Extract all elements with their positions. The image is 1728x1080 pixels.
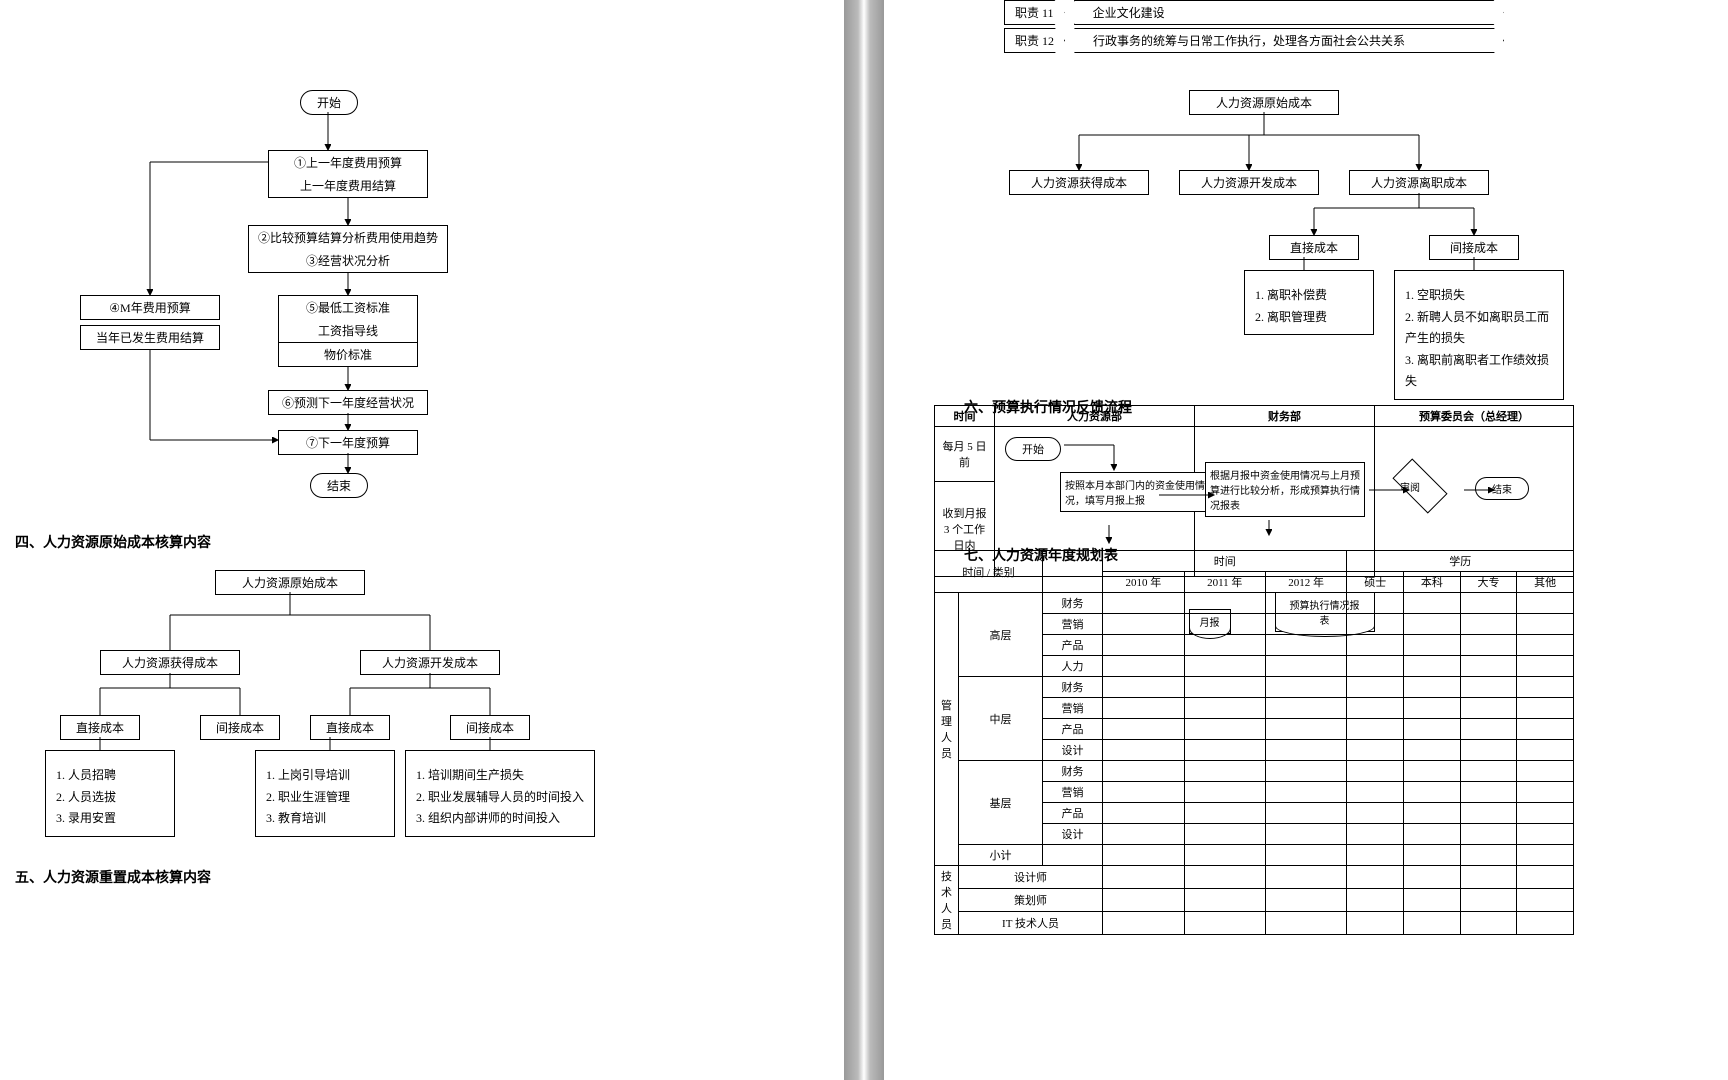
right-page: 职责 11 企业文化建设 职责 12 行政事务的统筹与日常工作执行，处理各方面社… [884,0,1728,1080]
flow-side-a: ④M年费用预算 [80,295,220,320]
flow-b3a: ⑤最低工资标准 [278,295,418,320]
flow-b3c: 物价标准 [278,343,418,367]
heading-5: 五、人力资源重置成本核算内容 [15,867,211,887]
flow-start: 开始 [300,90,358,115]
tree2-root: 人力资源原始成本 [1189,90,1339,115]
page-gutter [844,0,884,1080]
tree2-n3: 人力资源离职成本 [1349,170,1489,195]
left-page: 开始 ①上一年度费用预算 上一年度费用结算 ②比较预算结算分析费用使用趋势 ③经… [0,0,844,1080]
tree1-note3: 1. 培训期间生产损失 2. 职业发展辅导人员的时间投入 3. 组织内部讲师的时… [405,750,595,837]
heading-4: 四、人力资源原始成本核算内容 [15,532,211,552]
tree1-l3: 直接成本 [310,715,390,740]
tree2-note1: 1. 离职补偿费 2. 离职管理费 [1244,270,1374,335]
flow-b5: ⑦下一年度预算 [278,430,418,455]
tree1-n2: 人力资源开发成本 [360,650,500,675]
flow-b3b: 工资指导线 [278,319,418,343]
tree2-note2: 1. 空职损失 2. 新聘人员不如离职员工而产生的损失 3. 离职前离职者工作绩… [1394,270,1564,400]
chev-12-text: 行政事务的统筹与日常工作执行，处理各方面社会公共关系 [1074,28,1504,53]
tree1-n1: 人力资源获得成本 [100,650,240,675]
flow-b2b: ③经营状况分析 [248,249,448,273]
tree1-l4: 间接成本 [450,715,530,740]
flow-b1b: 上一年度费用结算 [268,174,428,198]
tree1-note2: 1. 上岗引导培训 2. 职业生涯管理 3. 教育培训 [255,750,395,837]
tree1-l1: 直接成本 [60,715,140,740]
swim-decide: 审阅 [1400,479,1420,494]
tree2-l1: 直接成本 [1269,235,1359,260]
tree2-n1: 人力资源获得成本 [1009,170,1149,195]
flow-b4: ⑥预测下一年度经营状况 [268,390,428,415]
flow-end: 结束 [310,473,368,498]
chev-11-text: 企业文化建设 [1074,0,1504,25]
tree2-l2: 间接成本 [1429,235,1519,260]
swim-step1: 按照本月本部门内的资金使用情况，填写月报上报 [1060,472,1215,512]
chev-11: 职责 11 [1004,0,1065,25]
swim-end: 结束 [1475,477,1529,500]
tree1-l2: 间接成本 [200,715,280,740]
swim-step2: 根据月报中资金使用情况与上月预算进行比较分析，形成预算执行情况报表 [1205,462,1365,517]
chev-12: 职责 12 [1004,28,1065,53]
tree1-note1: 1. 人员招聘 2. 人员选拔 3. 录用安置 [45,750,175,837]
swim-start: 开始 [1005,437,1061,461]
flow-side-b: 当年已发生费用结算 [80,325,220,350]
tree2-n2: 人力资源开发成本 [1179,170,1319,195]
flow-b1a: ①上一年度费用预算 [268,150,428,175]
plan-table: 时间 / 类别 时间 学历 2010 年2011 年2012 年 硕士本科大专其… [934,550,1574,935]
flow-b2a: ②比较预算结算分析费用使用趋势 [248,225,448,250]
tree1-root: 人力资源原始成本 [215,570,365,595]
